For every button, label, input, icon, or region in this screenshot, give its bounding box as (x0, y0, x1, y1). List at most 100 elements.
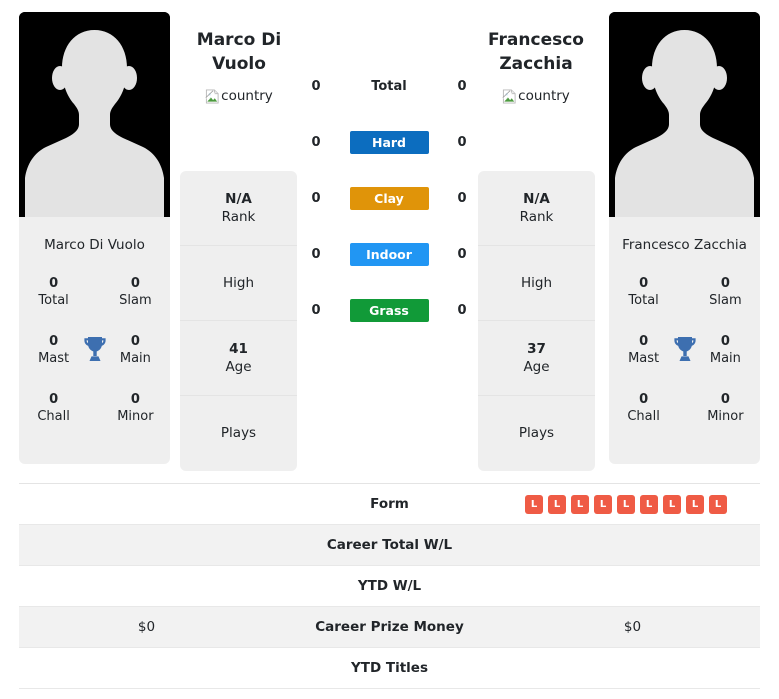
stat-value: 0 (49, 333, 59, 349)
player-card-right: Francesco Zacchia 0 Total 0 Slam 0 Mast (609, 12, 760, 464)
surface-row-grass: 0 Grass 0 (303, 282, 475, 338)
surface-value-left: 0 (311, 246, 321, 262)
surface-row-indoor: 0 Indoor 0 (303, 226, 475, 282)
titles-row: 0 Mast 0 Main (609, 333, 760, 391)
stat-value: 0 (130, 391, 140, 407)
broken-image-icon (502, 89, 516, 104)
info-plays-left: Plays (180, 396, 297, 471)
surface-badge-grass[interactable]: Grass (349, 298, 429, 322)
table-row-career-prize-money: $0 Career Prize Money $0 (19, 607, 760, 648)
stat-value: 0 (639, 333, 649, 349)
table-row-ytd-titles: YTD Titles (19, 648, 760, 689)
info-rank-left: N/A Rank (180, 171, 297, 246)
surface-row-clay: 0 Clay 0 (303, 170, 475, 226)
stat-value: 0 (49, 275, 59, 291)
form-result-badge[interactable]: L (525, 494, 543, 514)
info-plays-right: Plays (478, 396, 595, 471)
form-result-badge[interactable]: L (594, 494, 612, 514)
info-value: 41 (229, 340, 248, 357)
info-label: Age (225, 359, 252, 375)
title-stat-minor-right: 0 Minor (703, 391, 748, 426)
row-label-form: Form (370, 496, 409, 512)
info-value: N/A (523, 190, 550, 207)
title-stat-main-right: 0 Main (703, 333, 748, 368)
form-result-badge[interactable]: L (571, 494, 589, 514)
stat-value: 0 (639, 275, 649, 291)
info-value: N/A (225, 190, 252, 207)
form-result-badge[interactable]: L (640, 494, 658, 514)
surface-badge-indoor[interactable]: Indoor (349, 242, 429, 266)
surface-value-right: 0 (457, 190, 467, 206)
stat-label: Slam (709, 293, 742, 309)
title-stat-total-right: 0 Total (621, 275, 666, 310)
surface-badge-clay[interactable]: Clay (349, 186, 429, 210)
stat-label: Slam (119, 293, 152, 309)
stat-value: 0 (720, 391, 730, 407)
player-name-line1: Marco Di (196, 30, 282, 50)
titles-row: 0 Chall 0 Minor (19, 391, 170, 449)
row-label-ytd-titles: YTD Titles (351, 660, 428, 676)
stat-label: Chall (627, 409, 660, 425)
country-flag-left: country (205, 88, 273, 104)
titles-row: 0 Chall 0 Minor (609, 391, 760, 449)
stat-label: Minor (117, 409, 154, 425)
surface-value-left: 0 (311, 134, 321, 150)
player-comparison-area: Marco Di Vuolo 0 Total 0 Slam 0 Mast 0 M… (0, 0, 779, 476)
avatar-silhouette-icon (609, 12, 760, 217)
info-label: High (520, 274, 553, 291)
form-result-badge[interactable]: L (686, 494, 704, 514)
surface-value-right: 0 (457, 78, 467, 94)
title-stat-main-left: 0 Main (113, 333, 158, 368)
info-label: Plays (518, 425, 555, 442)
info-value: 37 (527, 340, 546, 357)
titles-row: 0 Total 0 Slam (19, 275, 170, 333)
player-name-line1: Francesco (488, 30, 584, 50)
surface-comparison: 0 Total 0 0 Hard 0 0 Clay 0 0 Indoor 0 0… (303, 58, 475, 338)
table-row-form: Form LLLLLLLLL (19, 484, 760, 525)
table-row-career-total-wl: Career Total W/L (19, 525, 760, 566)
surface-badge-hard[interactable]: Hard (349, 130, 429, 154)
title-stat-minor-left: 0 Minor (113, 391, 158, 426)
player-info-panel-left: N/A Rank High 41 Age Plays (180, 171, 297, 471)
surface-value-left: 0 (311, 302, 321, 318)
form-result-badge[interactable]: L (709, 494, 727, 514)
player-info-panel-right: N/A Rank High 37 Age Plays (478, 171, 595, 471)
info-label: Rank (221, 209, 256, 225)
form-result-badge[interactable]: L (548, 494, 566, 514)
player-header-left: Marco Di Vuolo country (176, 28, 302, 108)
stat-label: Chall (37, 409, 70, 425)
info-label: Plays (220, 425, 257, 442)
stat-value: 0 (130, 275, 140, 291)
form-right-badges: LLLLLLLLL (505, 494, 760, 514)
form-result-badge[interactable]: L (617, 494, 635, 514)
stat-value: 0 (720, 333, 730, 349)
title-stat-slam-right: 0 Slam (703, 275, 748, 310)
country-alt-text-left: country (221, 88, 273, 105)
country-alt-text-right: country (518, 88, 570, 105)
info-age-left: 41 Age (180, 321, 297, 396)
avatar-silhouette-icon (19, 12, 170, 217)
form-result-badge[interactable]: L (663, 494, 681, 514)
player-name-right: Francesco Zacchia (473, 28, 599, 76)
broken-image-icon (205, 89, 219, 104)
trophy-icon (83, 336, 106, 361)
stat-label: Mast (38, 351, 70, 367)
info-label: Age (523, 359, 550, 375)
title-stat-chall-left: 0 Chall (31, 391, 76, 426)
player-name-line2: Vuolo (212, 54, 266, 75)
player-photo-left (19, 12, 170, 217)
stat-label: Mast (628, 351, 660, 367)
trophy-icon (673, 336, 696, 361)
row-label-career-prize-money: Career Prize Money (315, 619, 464, 635)
player-photo-caption-right: Francesco Zacchia (622, 237, 747, 253)
title-stat-mast-right: 0 Mast (621, 333, 666, 368)
table-row-ytd-wl: YTD W/L (19, 566, 760, 607)
title-stat-chall-right: 0 Chall (621, 391, 666, 426)
info-label: High (222, 274, 255, 291)
stat-label: Total (628, 293, 659, 309)
stat-label: Main (709, 351, 741, 367)
